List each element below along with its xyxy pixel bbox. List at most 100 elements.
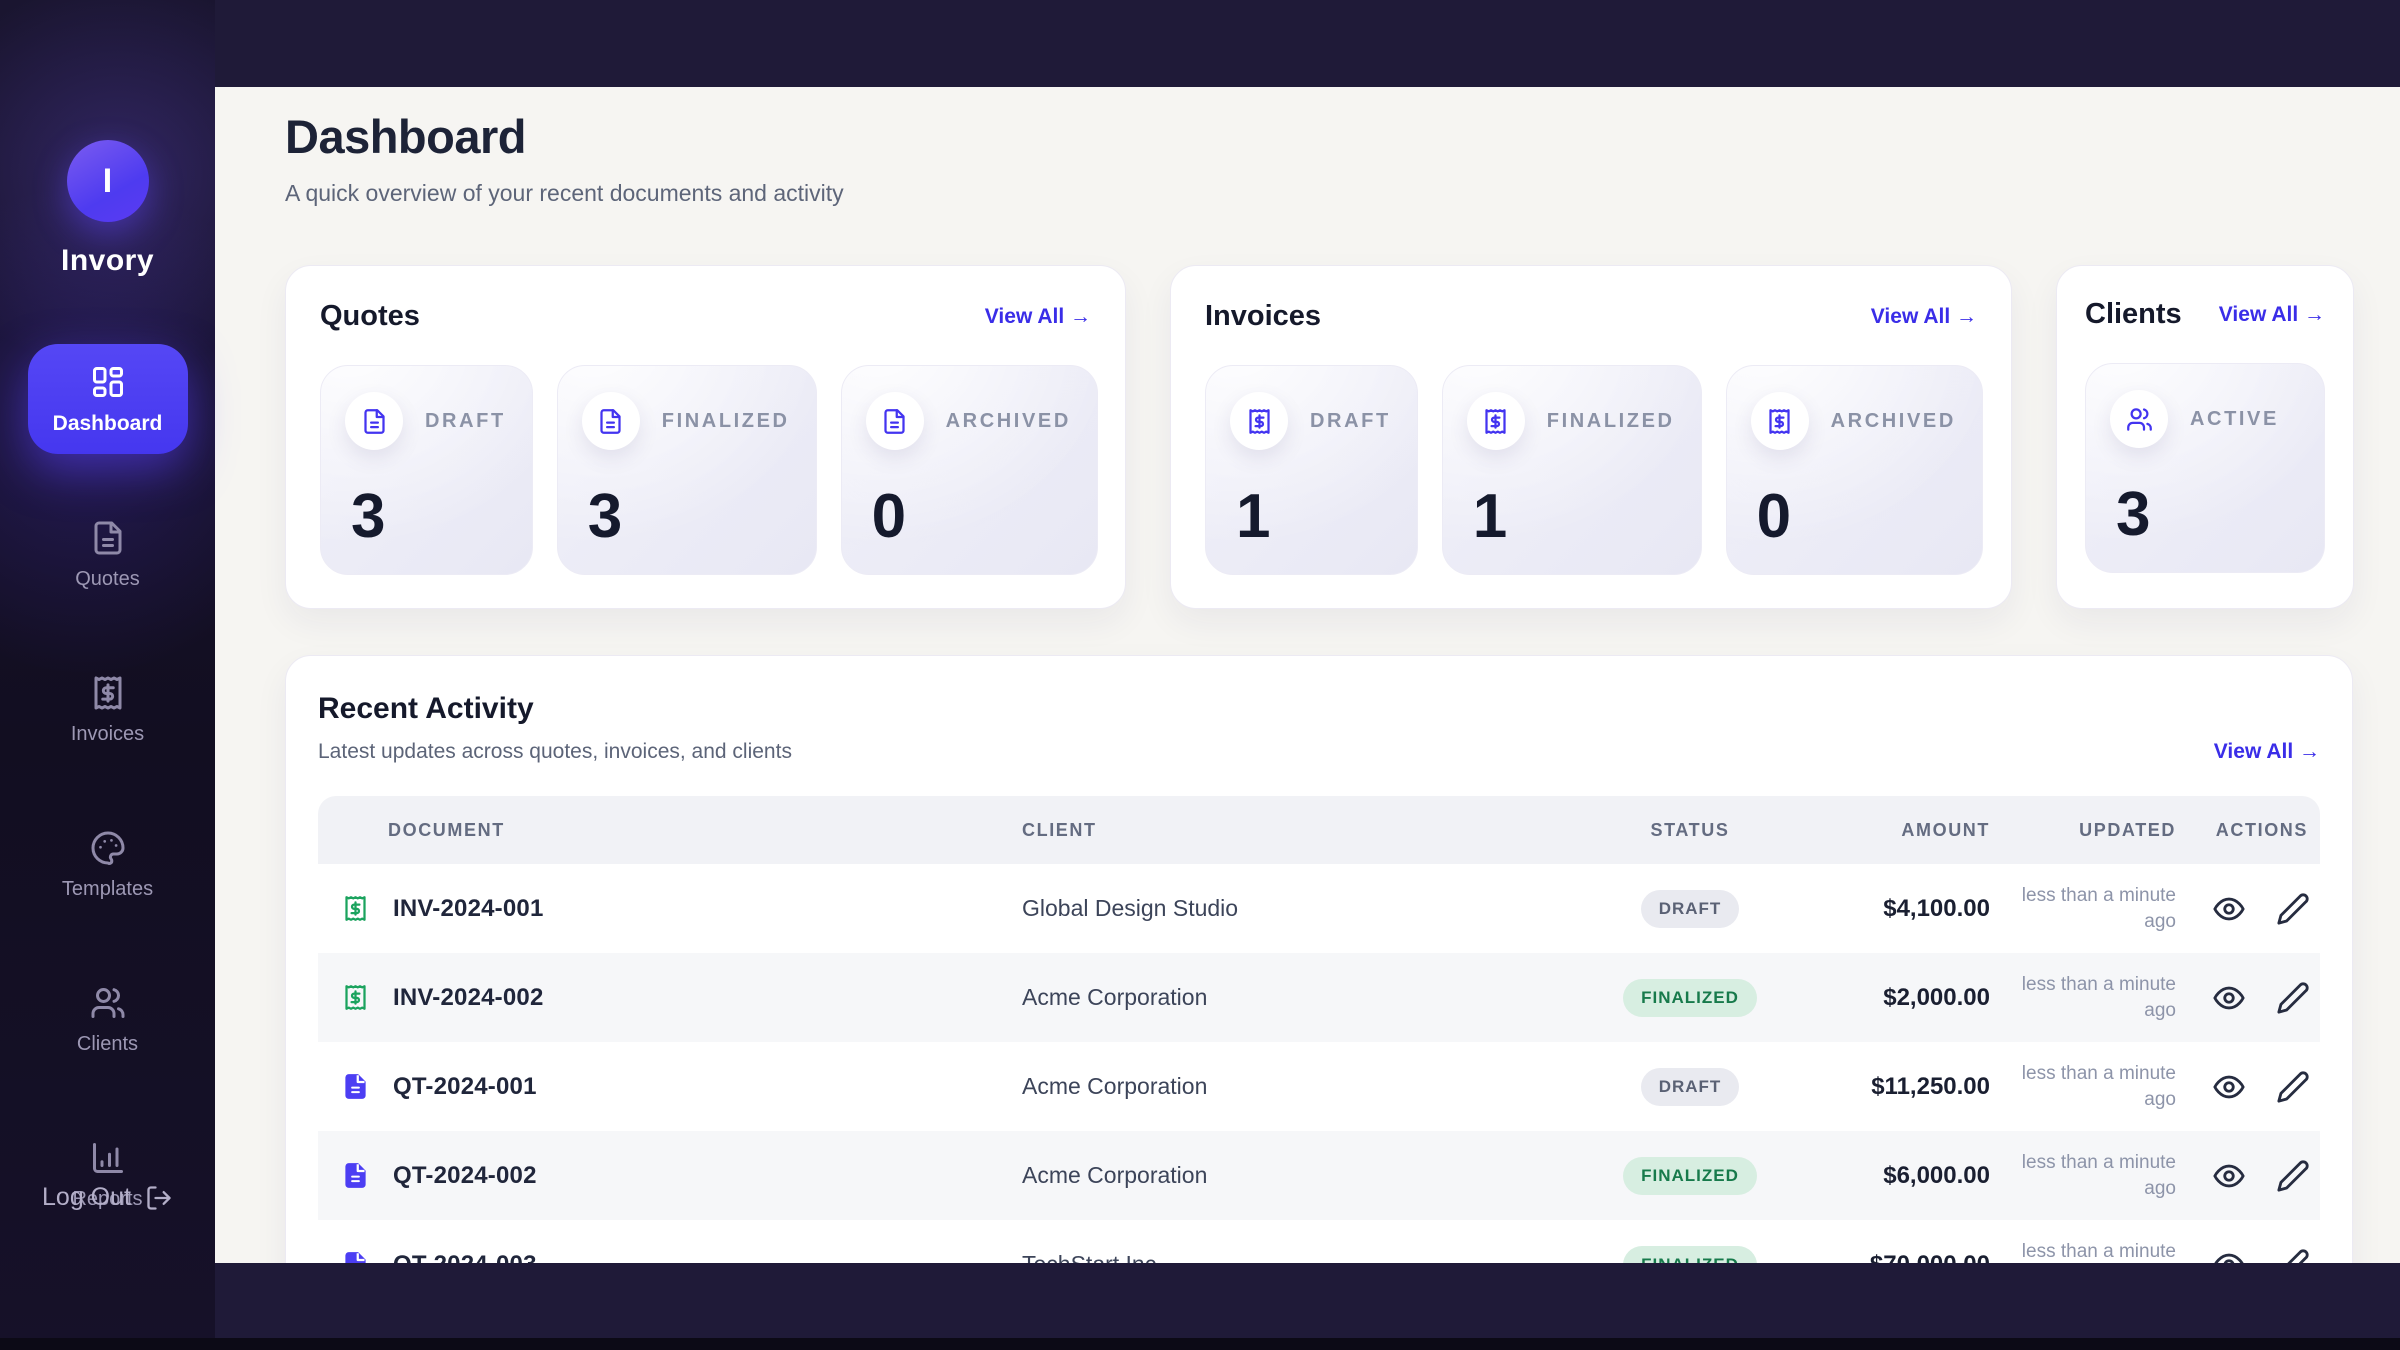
sidebar-item-quotes[interactable]: Quotes	[28, 500, 188, 609]
stat-value: 3	[351, 486, 506, 548]
document-id: QT-2024-001	[393, 1073, 537, 1101]
edit-button[interactable]	[2276, 981, 2310, 1015]
stat-label: FINALIZED	[662, 410, 790, 433]
file-icon	[881, 408, 908, 435]
sidebar-item-label: Templates	[62, 878, 153, 901]
amount-cell: $11,250.00	[1800, 1073, 1990, 1101]
users-icon	[90, 985, 126, 1021]
edit-button[interactable]	[2276, 1070, 2310, 1104]
table-row: QT-2024-002Acme CorporationFINALIZED$6,0…	[318, 1131, 2320, 1220]
status-cell: FINALIZED	[1580, 1157, 1800, 1195]
receipt-icon	[1766, 408, 1793, 435]
card-header-quotes: Quotes View All →	[320, 300, 1091, 333]
stat-label: DRAFT	[425, 410, 506, 433]
status-cell: DRAFT	[1580, 1068, 1800, 1106]
invoices-view-all-link[interactable]: View All →	[1871, 305, 1977, 329]
clients-view-all-link[interactable]: View All →	[2219, 303, 2325, 327]
status-badge: FINALIZED	[1623, 979, 1757, 1017]
sidebar-item-label: Invoices	[71, 723, 144, 746]
amount-cell: $70,000.00	[1800, 1251, 1990, 1264]
recent-activity-card: Recent Activity Latest updates across qu…	[285, 655, 2353, 1263]
edit-button[interactable]	[2276, 1159, 2310, 1193]
palette-icon	[90, 830, 126, 866]
view-button[interactable]	[2212, 1248, 2246, 1264]
document-id: QT-2024-003	[393, 1251, 537, 1264]
sidebar-item-dashboard[interactable]: Dashboard	[28, 344, 188, 454]
recent-activity-view-all-link[interactable]: View All →	[2214, 740, 2320, 764]
eye-icon	[2212, 1159, 2246, 1193]
stat-tiles: DRAFT3FINALIZED3ARCHIVED0	[320, 365, 1091, 575]
app-name: Invory	[61, 244, 154, 278]
summary-cards: Quotes View All → DRAFT 3 FINALIZED 3 ARCHIVED…	[285, 265, 2354, 609]
card-title: Clients	[2085, 298, 2182, 331]
page-subtitle: A quick overview of your recent document…	[285, 180, 2400, 207]
edit-button[interactable]	[2276, 892, 2310, 926]
stat-value: 1	[1236, 486, 1391, 548]
receipt-icon	[90, 675, 126, 711]
sidebar-item-reports[interactable]: Reports	[28, 1120, 188, 1229]
stat-value: 3	[588, 486, 790, 548]
sidebar-item-label: Quotes	[75, 568, 139, 591]
app-logo[interactable]: I Invory	[0, 0, 215, 278]
pencil-icon	[2276, 1159, 2310, 1193]
logout-label: Log Out	[42, 1183, 131, 1212]
app-logo-circle: I	[67, 140, 149, 222]
users-icon	[2126, 406, 2153, 433]
status-badge: DRAFT	[1641, 1068, 1740, 1106]
eye-icon	[2212, 981, 2246, 1015]
stat-tile-top: FINALIZED	[582, 392, 790, 450]
column-header-updated: UPDATED	[1990, 820, 2180, 841]
actions-cell	[2180, 892, 2322, 926]
card-header-invoices: Invoices View All →	[1205, 300, 1977, 333]
view-button[interactable]	[2212, 892, 2246, 926]
status-cell: FINALIZED	[1580, 979, 1800, 1017]
updated-cell: less than a minute ago	[1990, 972, 2180, 1023]
column-header-amount: AMOUNT	[1800, 820, 1990, 841]
document-cell: QT-2024-002	[318, 1162, 1022, 1190]
stat-tile-top: DRAFT	[345, 392, 506, 450]
card-title: Quotes	[320, 300, 420, 333]
sidebar-item-invoices[interactable]: Invoices	[28, 655, 188, 764]
view-button[interactable]	[2212, 1159, 2246, 1193]
eye-icon	[2212, 1248, 2246, 1264]
card-clients: Clients View All → ACTIVE3	[2056, 265, 2354, 609]
document-cell: INV-2024-001	[318, 895, 1022, 923]
status-badge: FINALIZED	[1623, 1157, 1757, 1195]
sidebar-nav: Dashboard Quotes Invoices Templates Clients R…	[0, 344, 215, 1275]
stat-value: 0	[1757, 486, 1956, 548]
file-icon	[361, 408, 388, 435]
quotes-view-all-link[interactable]: View All →	[985, 305, 1091, 329]
table-row: INV-2024-002Acme CorporationFINALIZED$2,…	[318, 953, 2320, 1042]
table-row: QT-2024-003TechStart Inc.FINALIZED$70,00…	[318, 1220, 2320, 1263]
stat-tile-active: ACTIVE3	[2085, 363, 2325, 573]
page-header: Dashboard A quick overview of your recen…	[215, 87, 2400, 207]
activity-table-body: INV-2024-001Global Design StudioDRAFT$4,…	[318, 864, 2320, 1263]
receipt-icon	[1482, 408, 1509, 435]
updated-cell: less than a minute ago	[1990, 1239, 2180, 1263]
stat-tile-finalized: FINALIZED1	[1442, 365, 1702, 575]
stat-tile-top: ACTIVE	[2110, 390, 2298, 448]
view-button[interactable]	[2212, 981, 2246, 1015]
eye-icon	[2212, 892, 2246, 926]
stat-value: 1	[1473, 486, 1675, 548]
logout-button[interactable]: Log Out	[0, 1183, 215, 1212]
client-cell: Acme Corporation	[1022, 984, 1580, 1011]
receipt-icon	[342, 895, 369, 922]
document-cell: INV-2024-002	[318, 984, 1022, 1012]
table-row: QT-2024-001Acme CorporationDRAFT$11,250.…	[318, 1042, 2320, 1131]
dashboard-icon	[90, 364, 126, 400]
sidebar-item-templates[interactable]: Templates	[28, 810, 188, 919]
card-header-clients: Clients View All →	[2085, 298, 2325, 331]
recent-activity-header: Recent Activity Latest updates across qu…	[318, 692, 2320, 764]
sidebar-item-clients[interactable]: Clients	[28, 965, 188, 1074]
card-quotes: QuotesView All →DRAFT3FINALIZED3ARCHIVED…	[285, 265, 1126, 609]
activity-table-header: DOCUMENTCLIENTSTATUSAMOUNTUPDATEDACTIONS	[318, 796, 2320, 864]
column-header-actions: ACTIONS	[2180, 820, 2322, 841]
table-row: INV-2024-001Global Design StudioDRAFT$4,…	[318, 864, 2320, 953]
view-button[interactable]	[2212, 1070, 2246, 1104]
card-title: Invoices	[1205, 300, 1321, 333]
edit-button[interactable]	[2276, 1248, 2310, 1264]
stat-icon-circle	[2110, 390, 2168, 448]
stat-tile-top: ARCHIVED	[1751, 392, 1956, 450]
stat-tile-draft: DRAFT 3	[320, 365, 533, 575]
